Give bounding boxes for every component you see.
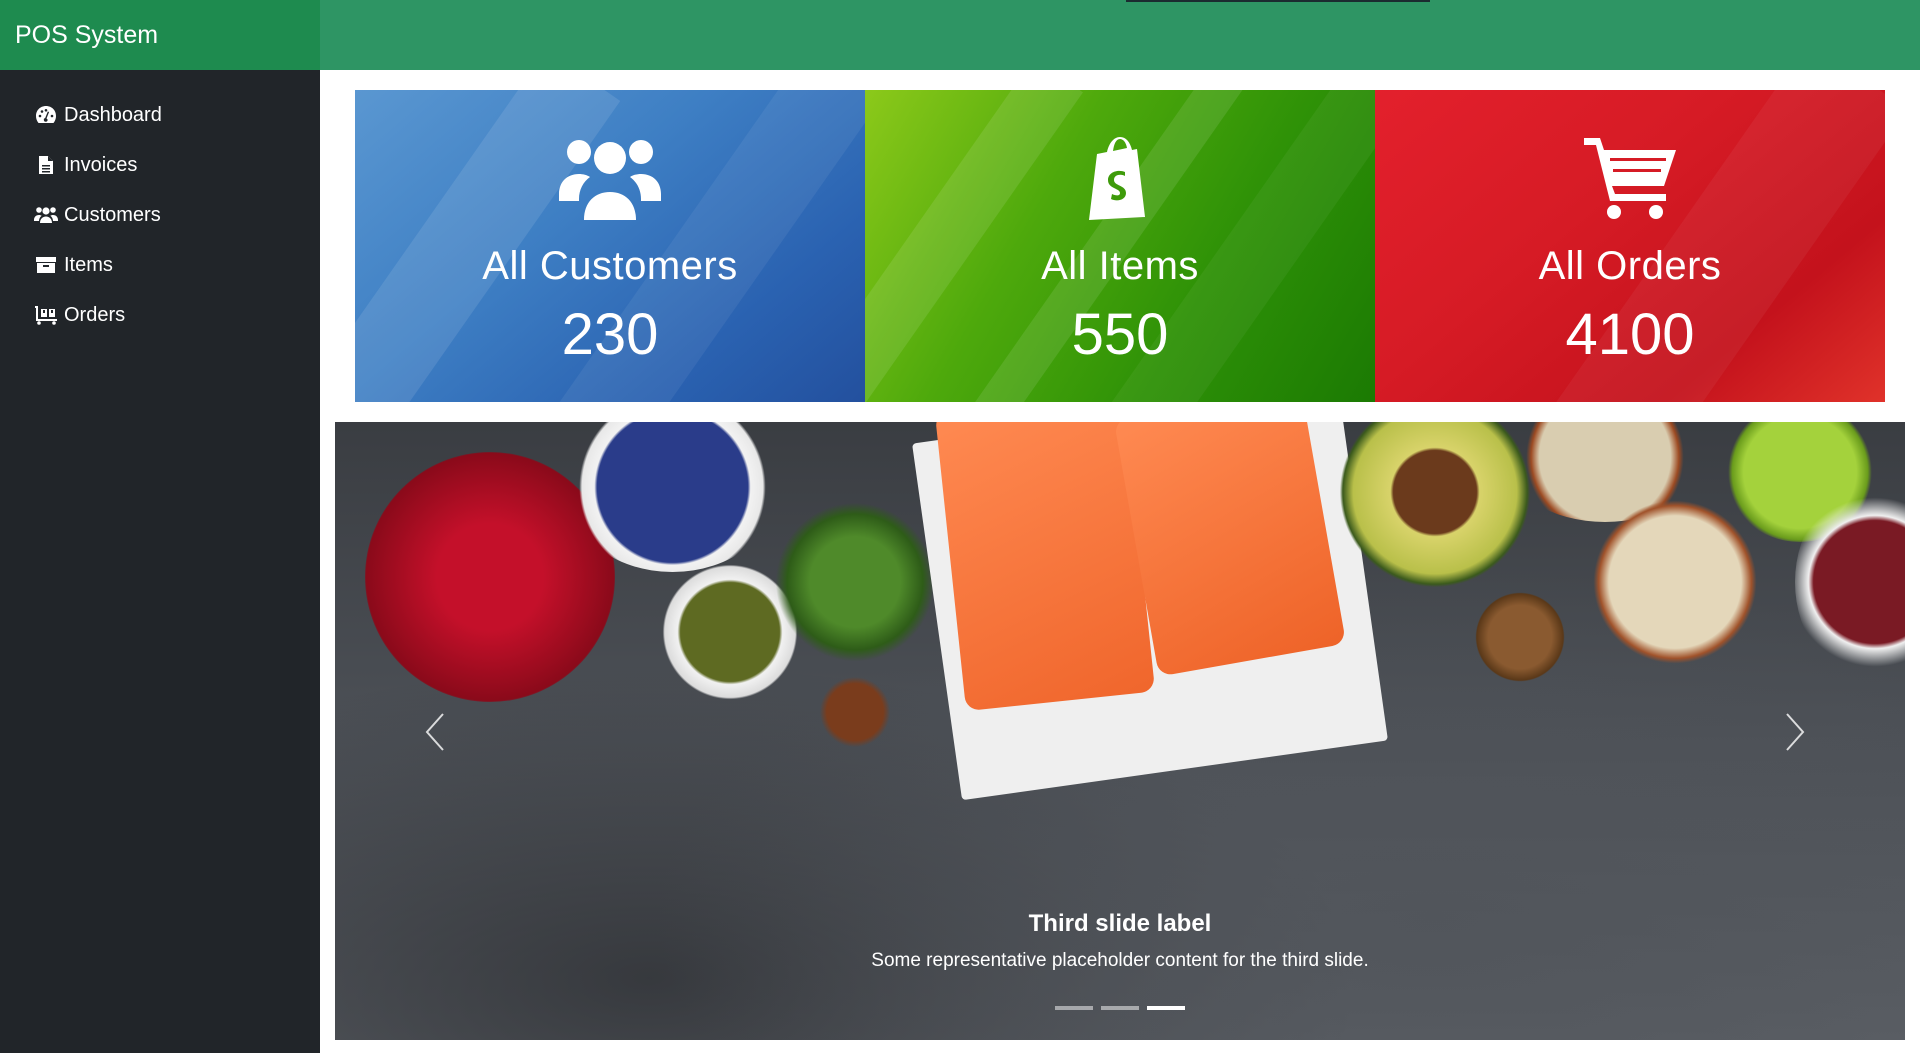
- top-navbar: [320, 0, 1920, 70]
- archive-icon: [34, 254, 58, 276]
- carousel-next-button[interactable]: [1765, 702, 1825, 762]
- users-icon: [559, 132, 661, 224]
- caption-title: Third slide label: [1028, 910, 1212, 937]
- carousel-caption: Third slide label Some representative pl…: [335, 910, 1905, 972]
- dashboard-icon: [34, 104, 58, 126]
- carousel-indicator-1[interactable]: [1055, 1006, 1093, 1010]
- card-title: All Items: [1041, 244, 1199, 288]
- sidebar-item-items[interactable]: Items: [0, 240, 320, 290]
- card-title: All Orders: [1538, 244, 1722, 288]
- items-card[interactable]: All Items 550: [865, 90, 1375, 402]
- chevron-left-icon: [425, 713, 444, 751]
- card-value: 230: [561, 302, 659, 367]
- carousel-indicator-3[interactable]: [1147, 1006, 1185, 1010]
- orders-card[interactable]: All Orders 4100: [1375, 90, 1885, 402]
- shopping-cart-icon: [1584, 132, 1676, 224]
- shopify-bag-icon: [1085, 132, 1155, 224]
- carousel[interactable]: Third slide label Some representative pl…: [335, 422, 1905, 1040]
- sidebar-item-label: Customers: [64, 203, 161, 226]
- carousel-indicators: [335, 1006, 1905, 1010]
- sidebar-item-dashboard[interactable]: Dashboard: [0, 90, 320, 140]
- topbar-divider: [1126, 0, 1430, 2]
- dolly-icon: [34, 304, 58, 326]
- card-title: All Customers: [482, 244, 738, 288]
- stats-cards: All Customers 230 All Items 550 All Orde…: [355, 90, 1885, 402]
- sidebar-item-invoices[interactable]: Invoices: [0, 140, 320, 190]
- carousel-prev-button[interactable]: [405, 702, 465, 762]
- sidebar-item-label: Dashboard: [64, 103, 162, 126]
- card-value: 4100: [1565, 302, 1695, 367]
- chevron-right-icon: [1786, 713, 1805, 751]
- card-value: 550: [1071, 302, 1169, 367]
- walnut-image: [1475, 592, 1565, 682]
- sidebar: Dashboard Invoices Customers Items Order…: [0, 70, 320, 1053]
- sidebar-item-orders[interactable]: Orders: [0, 290, 320, 340]
- caption-text: Some representative placeholder content …: [871, 950, 1369, 971]
- hazelnuts-image: [815, 672, 895, 752]
- sidebar-item-label: Invoices: [64, 153, 138, 176]
- sidebar-item-label: Items: [64, 253, 113, 276]
- sidebar-item-customers[interactable]: Customers: [0, 190, 320, 240]
- sidebar-item-label: Orders: [64, 303, 126, 326]
- users-icon: [34, 204, 58, 226]
- oats-bowl-image: [1585, 492, 1765, 672]
- carousel-indicator-2[interactable]: [1101, 1006, 1139, 1010]
- app-title[interactable]: POS System: [0, 0, 320, 70]
- customers-card[interactable]: All Customers 230: [355, 90, 865, 402]
- broccoli-image: [775, 502, 935, 662]
- file-icon: [34, 154, 58, 176]
